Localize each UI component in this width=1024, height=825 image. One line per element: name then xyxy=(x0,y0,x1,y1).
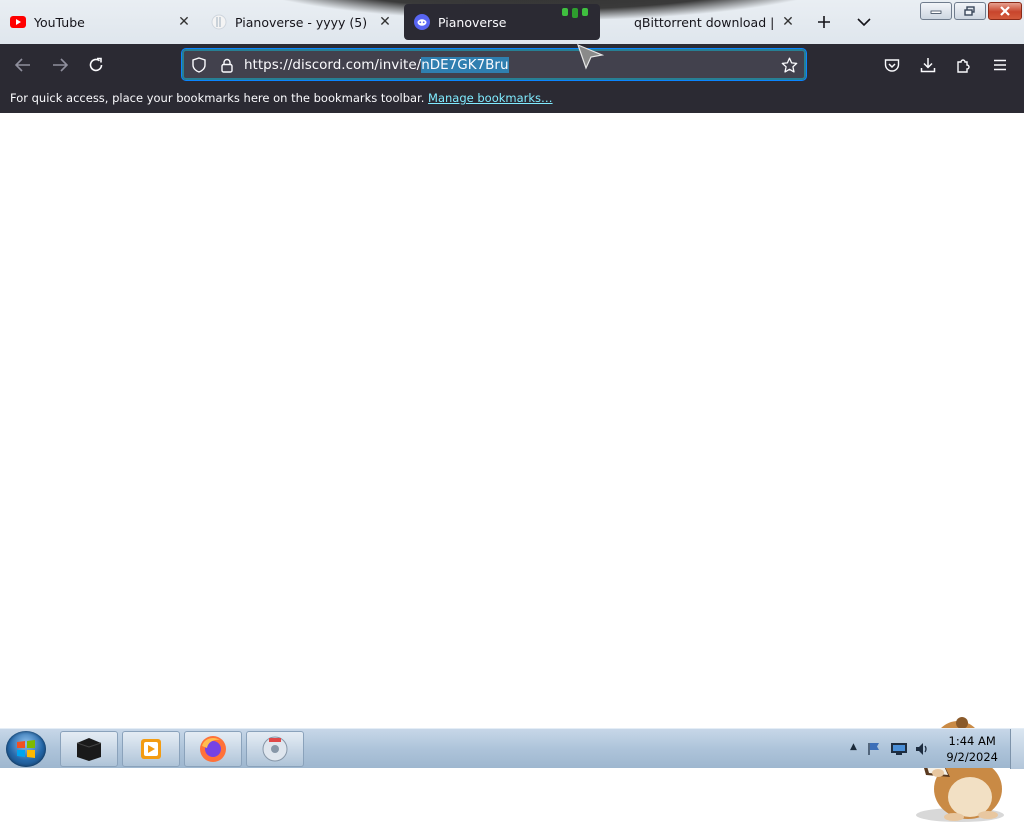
terminal-icon xyxy=(76,738,102,761)
tab-title: YouTube xyxy=(34,14,85,30)
taskbar-firefox[interactable] xyxy=(184,731,242,767)
action-center-flag-icon[interactable] xyxy=(866,741,882,757)
youtube-icon xyxy=(10,14,26,30)
mouse-cursor-icon xyxy=(576,43,604,70)
show-hidden-icons-chevron-up-icon[interactable]: ▲ xyxy=(850,742,857,752)
close-tab-icon[interactable]: ✕ xyxy=(176,14,192,30)
tab-youtube[interactable]: YouTube ✕ xyxy=(0,4,200,40)
system-tray: ▲ 1:44 AM 9/2/2024 xyxy=(844,729,1024,769)
show-desktop-button[interactable] xyxy=(1010,729,1024,769)
speaker-volume-icon[interactable] xyxy=(914,741,930,757)
reload-button[interactable] xyxy=(83,52,109,78)
disk-cleanup-icon xyxy=(262,736,288,762)
navigation-toolbar: https://discord.com/invite/nDE7GK7Bru xyxy=(0,44,1024,85)
close-tab-icon[interactable]: ✕ xyxy=(780,14,796,30)
url-bar[interactable]: https://discord.com/invite/nDE7GK7Bru xyxy=(181,48,807,81)
restore-button[interactable] xyxy=(954,2,986,20)
page-content[interactable] xyxy=(0,43,1024,822)
discord-icon xyxy=(414,14,430,30)
tab-title: Pianoverse xyxy=(438,14,507,30)
pocket-icon[interactable] xyxy=(879,52,905,78)
media-player-icon xyxy=(141,739,161,759)
new-tab-button[interactable] xyxy=(812,10,836,34)
list-all-tabs-chevron-down-icon[interactable] xyxy=(852,10,876,34)
taskbar-disk-cleanup[interactable] xyxy=(246,731,304,767)
taskbar-media-player[interactable] xyxy=(122,731,180,767)
bookmarks-hint-text: For quick access, place your bookmarks h… xyxy=(10,91,425,105)
system-clock[interactable]: 1:44 AM 9/2/2024 xyxy=(946,733,998,765)
lock-icon[interactable] xyxy=(218,56,236,74)
downloads-icon[interactable] xyxy=(915,52,941,78)
close-window-button[interactable] xyxy=(988,2,1022,20)
back-button[interactable] xyxy=(10,52,36,78)
network-monitor-icon[interactable] xyxy=(890,742,908,756)
bookmarks-toolbar: For quick access, place your bookmarks h… xyxy=(0,85,1024,113)
extensions-puzzle-icon[interactable] xyxy=(951,52,977,78)
pianoverse-icon xyxy=(211,14,227,30)
tracking-protection-shield-icon[interactable] xyxy=(190,56,208,74)
minimize-button[interactable] xyxy=(920,2,952,20)
url-selected-text: nDE7GK7Bru xyxy=(421,57,509,73)
taskbar-terminal[interactable] xyxy=(60,731,118,767)
hamburger-menu-icon[interactable] xyxy=(987,52,1013,78)
tab-title: Pianoverse - yyyy (5) xyxy=(235,14,368,30)
manage-bookmarks-link[interactable]: Manage bookmarks… xyxy=(428,91,553,105)
tab-title: qBittorrent download | Sou xyxy=(634,14,774,30)
start-button[interactable] xyxy=(6,731,46,767)
tab-audio-indicator-icon xyxy=(560,6,590,18)
clock-time: 1:44 AM xyxy=(948,734,996,748)
close-tab-icon[interactable]: ✕ xyxy=(377,14,393,30)
bookmark-star-icon[interactable] xyxy=(780,56,798,74)
firefox-icon xyxy=(200,736,226,762)
tab-pianoverse-yyyy[interactable]: Pianoverse - yyyy (5) ✕ xyxy=(201,4,401,40)
clock-date: 9/2/2024 xyxy=(946,750,998,764)
tab-pianoverse-discord[interactable]: Pianoverse xyxy=(404,4,600,40)
url-prefix: https://discord.com/invite/ xyxy=(244,57,422,73)
forward-button[interactable] xyxy=(47,52,73,78)
windows-logo-icon xyxy=(17,740,35,758)
windows-taskbar: ▲ 1:44 AM 9/2/2024 xyxy=(0,728,1024,769)
url-text[interactable]: https://discord.com/invite/nDE7GK7Bru xyxy=(244,57,509,73)
tab-qbittorrent[interactable]: qBittorrent download | Sou ✕ xyxy=(604,4,804,40)
window-controls xyxy=(920,2,1022,20)
tab-strip: YouTube ✕ Pianoverse - yyyy (5) ✕ Pianov… xyxy=(0,0,1024,44)
